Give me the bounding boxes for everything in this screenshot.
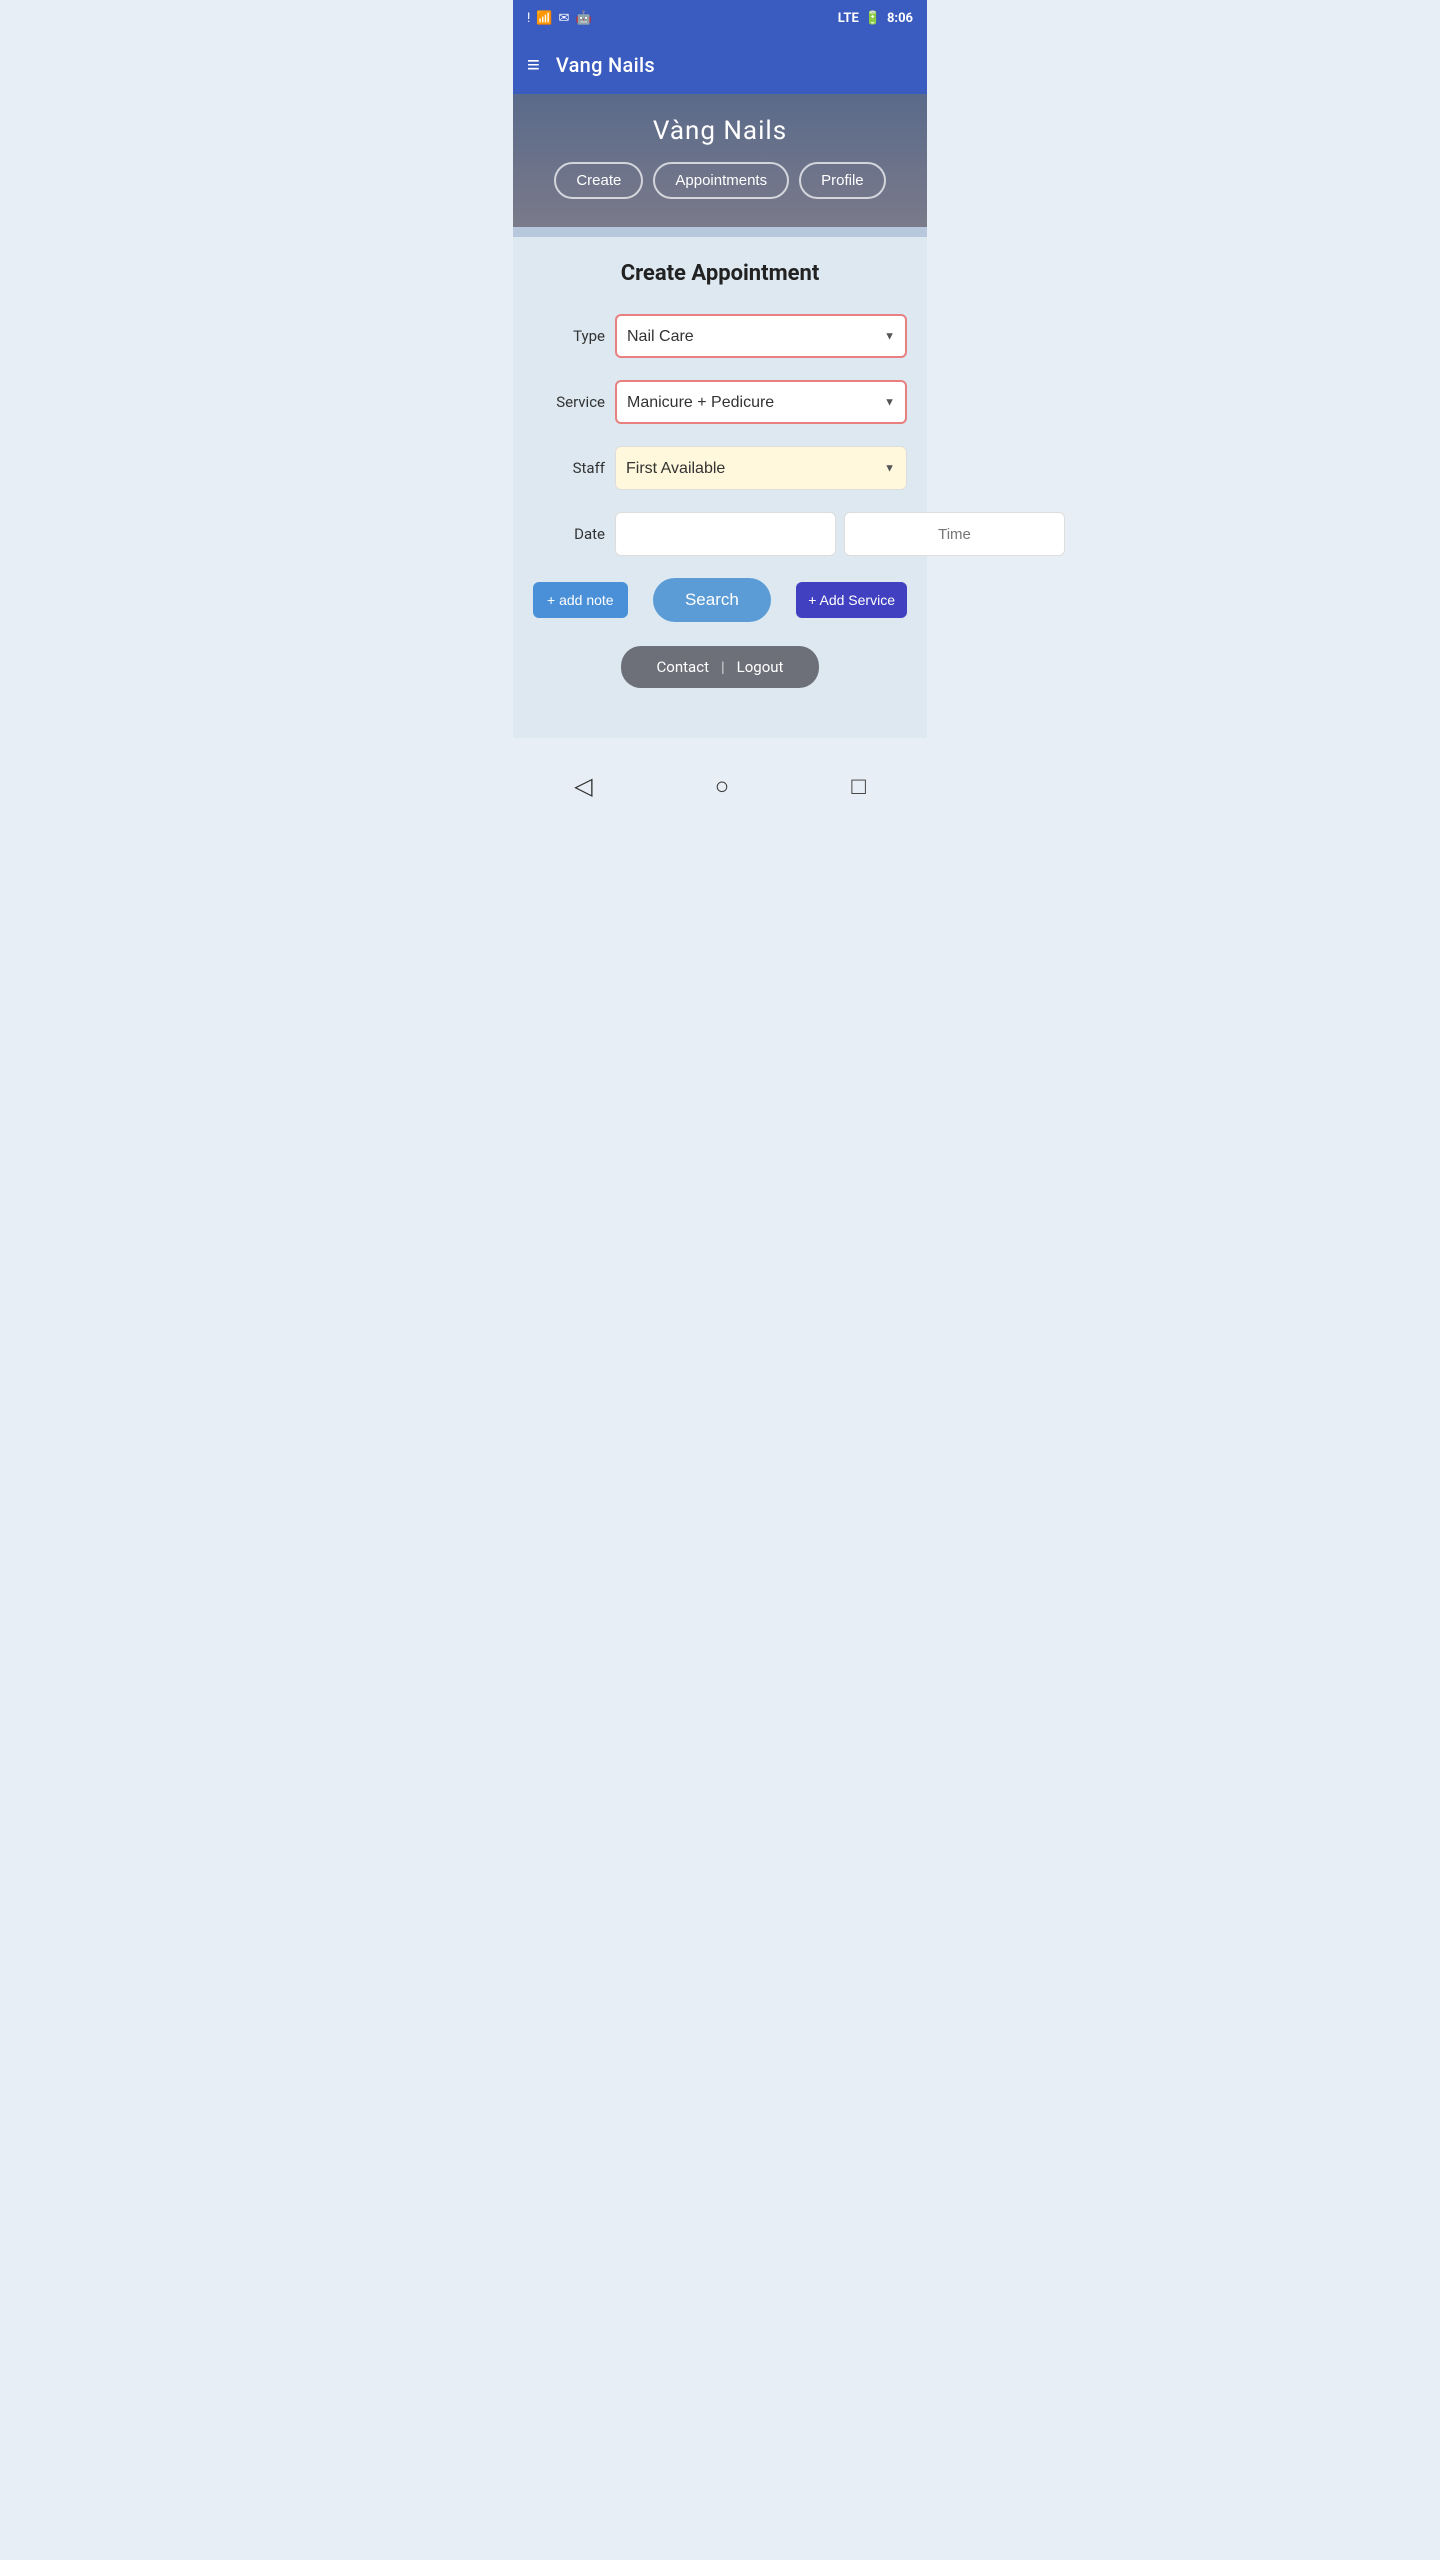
- recents-icon[interactable]: □: [851, 772, 866, 801]
- date-label: Date: [533, 525, 605, 543]
- type-row: Type Nail Care Hair Spa: [533, 314, 907, 358]
- contact-link[interactable]: Contact: [657, 658, 709, 676]
- android-icon: 🤖: [575, 11, 591, 26]
- divider-strip: [513, 227, 927, 237]
- header-section: Vàng Nails Create Appointments Profile: [513, 94, 927, 227]
- search-button[interactable]: Search: [653, 578, 771, 622]
- bottom-spacer: [513, 718, 927, 738]
- footer: Contact | Logout: [533, 646, 907, 688]
- system-nav-bar: ◁ ○ □: [513, 758, 927, 814]
- signal-icon: 📶: [536, 11, 552, 26]
- service-label: Service: [533, 393, 605, 411]
- service-select-wrapper: Manicure + Pedicure Manicure Pedicure Ge…: [615, 380, 907, 424]
- form-title: Create Appointment: [533, 261, 907, 286]
- type-select-wrapper: Nail Care Hair Spa: [615, 314, 907, 358]
- staff-row: Staff First Available Staff 1 Staff 2: [533, 446, 907, 490]
- footer-links: Contact | Logout: [621, 646, 820, 688]
- menu-icon[interactable]: ≡: [527, 52, 540, 78]
- date-input[interactable]: [615, 512, 836, 556]
- profile-button[interactable]: Profile: [799, 162, 886, 199]
- status-icons-right: LTE 🔋 8:06: [838, 11, 913, 26]
- nav-buttons: Create Appointments Profile: [554, 162, 885, 199]
- service-row: Service Manicure + Pedicure Manicure Ped…: [533, 380, 907, 424]
- salon-name: Vàng Nails: [653, 116, 787, 146]
- logout-link[interactable]: Logout: [737, 658, 784, 676]
- add-service-button[interactable]: + Add Service: [796, 582, 907, 618]
- message-icon: ✉: [559, 11, 570, 26]
- staff-select[interactable]: First Available Staff 1 Staff 2: [615, 446, 907, 490]
- back-icon[interactable]: ◁: [574, 772, 592, 800]
- status-bar: ! 📶 ✉ 🤖 LTE 🔋 8:06: [513, 0, 927, 36]
- type-label: Type: [533, 327, 605, 345]
- type-select[interactable]: Nail Care Hair Spa: [615, 314, 907, 358]
- home-icon[interactable]: ○: [715, 772, 730, 801]
- appointments-button[interactable]: Appointments: [653, 162, 789, 199]
- action-row: + add note Search + Add Service: [533, 578, 907, 622]
- main-content: Create Appointment Type Nail Care Hair S…: [513, 237, 927, 718]
- time-display: 8:06: [887, 11, 913, 26]
- footer-divider: |: [721, 658, 725, 676]
- add-note-button[interactable]: + add note: [533, 582, 628, 618]
- lte-label: LTE: [838, 11, 859, 26]
- battery-icon: 🔋: [865, 11, 881, 26]
- staff-label: Staff: [533, 459, 605, 477]
- date-time-inputs: [615, 512, 1065, 556]
- staff-select-wrapper: First Available Staff 1 Staff 2: [615, 446, 907, 490]
- date-row: Date: [533, 512, 907, 556]
- top-nav: ≡ Vang Nails: [513, 36, 927, 94]
- notification-icon: !: [527, 11, 530, 26]
- create-button[interactable]: Create: [554, 162, 643, 199]
- time-input[interactable]: [844, 512, 1065, 556]
- app-title: Vang Nails: [556, 53, 655, 77]
- status-icons-left: ! 📶 ✉ 🤖: [527, 11, 592, 26]
- service-select[interactable]: Manicure + Pedicure Manicure Pedicure Ge…: [615, 380, 907, 424]
